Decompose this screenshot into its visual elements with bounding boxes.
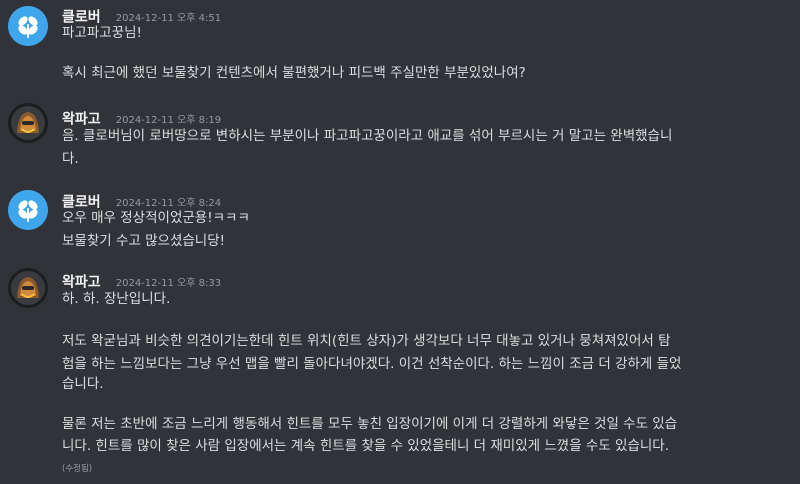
message-text: 보물찾기 수고 많으셨습니당! [62,233,226,249]
message-text: 오우 매우 정상적이었군용!ㅋㅋㅋ [62,210,250,226]
avatar[interactable] [8,103,48,143]
message-text: 파고파고꿍님! [62,25,142,41]
message-text: 혹시 최근에 했던 보물찾기 컨텐츠에서 불편했거나 피드백 주실만한 부분있었… [62,65,526,81]
chat-message-list: 클로버 2024-12-11 오후 4:51 파고파고꿍님! 혹시 최근에 했던… [0,0,800,484]
message-text: 니다. 힌트를 많이 찾은 사람 입장에서는 계속 힌트를 찾을 수 있었을테니… [62,438,670,454]
avatar[interactable] [8,190,48,230]
message-text: 물론 저는 초반에 조금 느리게 행동해서 힌트를 모두 놓친 입장이기에 이게… [62,416,678,432]
message-text: 험을 하는 느낌보다는 그냥 우선 맵을 빨리 돌아다녀야겠다. 이건 선착순이… [62,356,682,372]
message-text: 다. [62,151,79,167]
avatar[interactable] [8,268,48,308]
wakpago-avatar-icon [8,268,48,308]
wakpago-avatar-icon [8,103,48,143]
edited-label: (수정됨) [62,464,93,474]
clover-avatar-icon [8,190,48,230]
message-text: 하. 하. 장난입니다. [62,291,171,307]
avatar[interactable] [8,6,48,46]
clover-avatar-icon [8,6,48,46]
message-text: 저도 왁굳님과 비슷한 의견이기는한데 힌트 위치(힌트 상자)가 생각보다 너… [62,333,671,349]
message-text: 습니다. [62,376,104,392]
message-text: 음. 클로버님이 로버땅으로 변하시는 부분이나 파고파고꿍이라고 애교를 섞어… [62,128,673,144]
